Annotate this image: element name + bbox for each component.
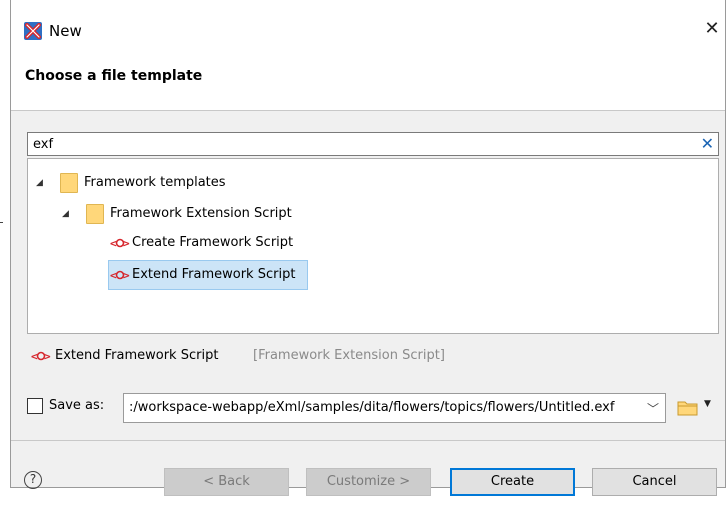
- create-button[interactable]: Create: [450, 468, 575, 496]
- tree-node-framework-templates[interactable]: ◢ Framework templates: [28, 170, 328, 196]
- xml-script-icon: < >: [31, 350, 51, 363]
- expand-arrow-icon[interactable]: ◢: [36, 170, 43, 196]
- template-filter-input[interactable]: [33, 135, 673, 153]
- close-button[interactable]: ✕: [699, 14, 725, 44]
- save-path-combo[interactable]: :/workspace-webapp/eXml/samples/dita/flo…: [123, 393, 666, 423]
- chevron-down-icon[interactable]: ﹀: [647, 400, 659, 417]
- back-button[interactable]: < Back: [164, 468, 289, 496]
- save-as-row: Save as: :/workspace-webapp/eXml/samples…: [27, 393, 727, 423]
- tree-item-create-framework-script[interactable]: < > Create Framework Script: [110, 230, 330, 256]
- save-as-label: Save as:: [49, 398, 105, 413]
- svg-text:>: >: [123, 237, 130, 250]
- tree-node-label: Framework Extension Script: [110, 206, 292, 221]
- browse-menu-arrow-icon[interactable]: ▼: [704, 399, 711, 409]
- cancel-button[interactable]: Cancel: [592, 468, 717, 496]
- preview-template-name: Extend Framework Script: [55, 348, 219, 363]
- footer-separator: [11, 440, 725, 441]
- background-artifact: [0, 222, 3, 223]
- folder-icon: [86, 204, 104, 224]
- header-band: Choose a file template: [11, 48, 725, 111]
- save-path-value: :/workspace-webapp/eXml/samples/dita/flo…: [129, 400, 615, 415]
- template-filter-field[interactable]: ✕: [27, 132, 719, 156]
- xml-script-icon: < >: [110, 237, 130, 250]
- save-as-checkbox[interactable]: [27, 398, 43, 414]
- window-title: New: [49, 22, 82, 40]
- customize-button[interactable]: Customize >: [306, 468, 431, 496]
- tree-node-framework-extension-script[interactable]: ◢ Framework Extension Script: [28, 201, 348, 227]
- expand-arrow-icon[interactable]: ◢: [62, 201, 69, 227]
- svg-text:>: >: [44, 350, 51, 363]
- tree-item-label: Create Framework Script: [132, 235, 294, 250]
- svg-text:>: >: [123, 269, 130, 282]
- tree-item-label: Extend Framework Script: [132, 267, 296, 282]
- folder-icon: [60, 173, 78, 193]
- help-icon[interactable]: ?: [24, 471, 42, 489]
- dialog-subtitle: Choose a file template: [25, 68, 203, 84]
- preview-template-type: [Framework Extension Script]: [253, 348, 445, 363]
- browse-folder-icon[interactable]: [677, 399, 699, 417]
- oxygen-x-icon: [24, 22, 42, 40]
- new-file-dialog: New ✕ Choose a file template ✕ ◢ Framewo…: [10, 0, 726, 488]
- tree-item-extend-framework-script[interactable]: < > Extend Framework Script: [110, 262, 310, 288]
- xml-script-icon: < >: [110, 269, 130, 282]
- tree-node-label: Framework templates: [84, 175, 226, 190]
- template-tree[interactable]: ◢ Framework templates ◢ Framework Extens…: [27, 158, 719, 334]
- clear-filter-icon[interactable]: ✕: [701, 134, 714, 153]
